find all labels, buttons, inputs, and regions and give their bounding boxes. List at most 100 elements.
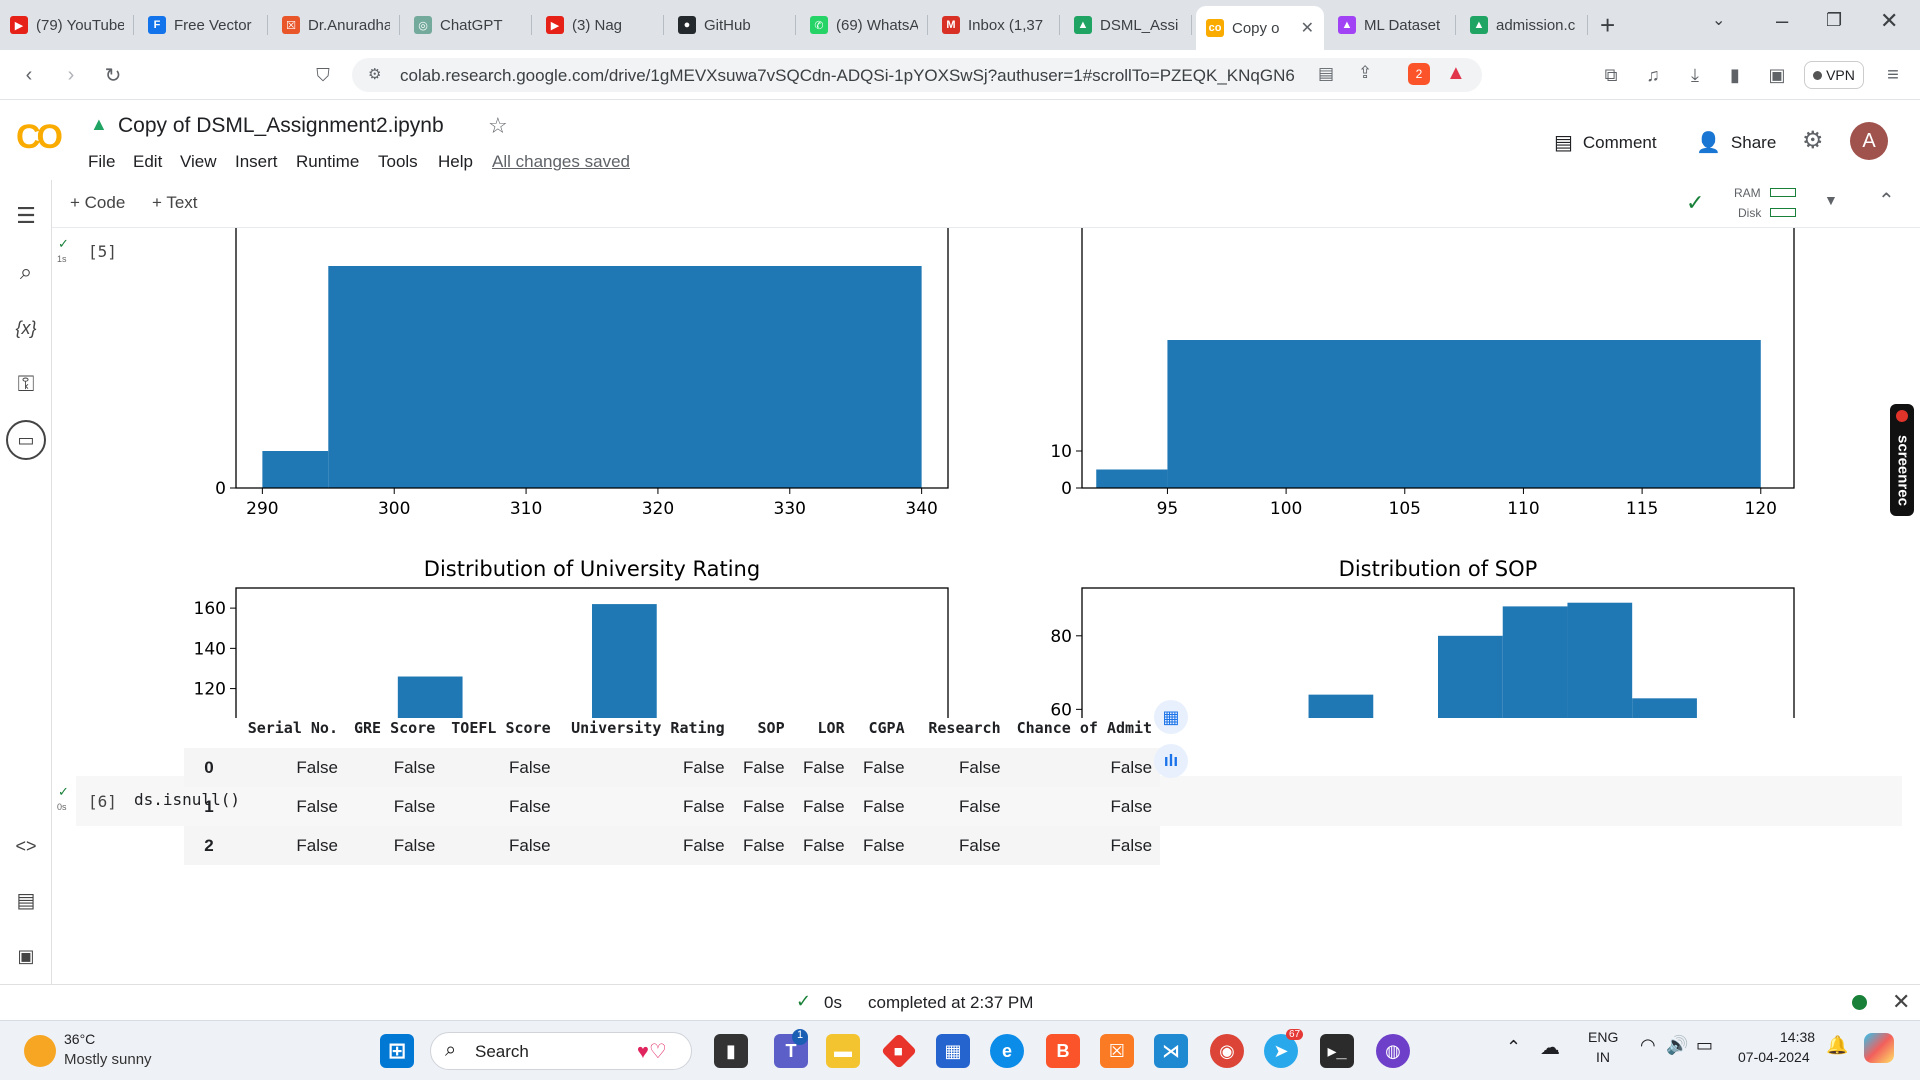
- add-text-button[interactable]: + Text: [152, 193, 198, 213]
- close-status-icon[interactable]: ✕: [1892, 989, 1910, 1015]
- table-cell: False: [1008, 826, 1161, 865]
- reload-icon[interactable]: ↻: [100, 62, 126, 88]
- tab-6[interactable]: ✆ (69) WhatsApp: [800, 6, 928, 44]
- vpn-button[interactable]: VPN: [1804, 61, 1864, 89]
- battery-icon[interactable]: ▭: [1696, 1035, 1713, 1056]
- sidebar-icon[interactable]: ▮: [1722, 62, 1748, 88]
- tab-3[interactable]: ◎ ChatGPT: [404, 6, 532, 44]
- secrets-key-icon[interactable]: ⚿: [12, 370, 40, 398]
- weather-temp[interactable]: 36°C: [64, 1031, 95, 1047]
- clock-date[interactable]: 07-04-2024: [1738, 1049, 1810, 1065]
- lang-top[interactable]: ENG: [1588, 1029, 1618, 1045]
- saved-status[interactable]: All changes saved: [492, 152, 630, 172]
- menu-edit[interactable]: Edit: [133, 152, 162, 172]
- edge-icon[interactable]: e: [990, 1034, 1024, 1068]
- histogram-bar: [1308, 694, 1374, 718]
- notification-bell-icon[interactable]: 🔔: [1826, 1035, 1848, 1056]
- back-icon[interactable]: ‹: [16, 62, 42, 88]
- weather-desc[interactable]: Mostly sunny: [64, 1051, 152, 1068]
- colab-logo[interactable]: CO: [16, 118, 63, 157]
- command-palette-icon[interactable]: ▤: [12, 886, 40, 914]
- copilot-icon[interactable]: [1864, 1033, 1894, 1063]
- tab-9[interactable]: co Copy o ✕: [1196, 6, 1324, 50]
- reader-mode-icon[interactable]: ▤: [1318, 64, 1334, 84]
- notebook-title[interactable]: Copy of DSML_Assignment2.ipynb: [118, 114, 444, 138]
- share-page-icon[interactable]: ⇪: [1358, 63, 1372, 83]
- minimize-button[interactable]: –: [1776, 8, 1788, 34]
- terminal-icon[interactable]: ▣: [12, 942, 40, 970]
- menu-insert[interactable]: Insert: [235, 152, 278, 172]
- extensions-icon[interactable]: ⧉: [1598, 62, 1624, 88]
- table-of-contents-icon[interactable]: ☰: [12, 202, 40, 230]
- comment-button[interactable]: ▤ Comment: [1554, 130, 1657, 155]
- code-snippets-icon[interactable]: <>: [12, 832, 40, 860]
- cell5-run-check-icon[interactable]: ✓: [58, 236, 69, 252]
- wallet-icon[interactable]: ▣: [1764, 62, 1790, 88]
- forward-icon[interactable]: ›: [58, 62, 84, 88]
- menu-view[interactable]: View: [180, 152, 217, 172]
- clock-time[interactable]: 14:38: [1780, 1029, 1815, 1045]
- menu-help[interactable]: Help: [438, 152, 473, 172]
- variables-icon[interactable]: {x}: [12, 314, 40, 342]
- menu-file[interactable]: File: [88, 152, 115, 172]
- browser-menu-icon[interactable]: ≡: [1880, 62, 1906, 88]
- close-tab-icon[interactable]: ✕: [1301, 18, 1314, 38]
- star-icon[interactable]: ☆: [488, 113, 508, 139]
- address-bar[interactable]: ⚙ colab.research.google.com/drive/1gMEVX…: [352, 58, 1482, 92]
- menu-tools[interactable]: Tools: [378, 152, 418, 172]
- vscode-icon[interactable]: ⋊: [1154, 1034, 1188, 1068]
- convert-to-table-icon[interactable]: ▦: [1154, 700, 1188, 734]
- microsoft-store-icon[interactable]: ▦: [936, 1034, 970, 1068]
- suggest-charts-icon[interactable]: ılı: [1154, 744, 1188, 778]
- volume-icon[interactable]: 🔊: [1666, 1035, 1688, 1056]
- tray-overflow-icon[interactable]: ⌃: [1506, 1037, 1521, 1058]
- cell6-run-check-icon[interactable]: ✓: [58, 784, 69, 800]
- disk-meter: [1770, 208, 1796, 217]
- brave-rewards-icon[interactable]: ▲: [1446, 62, 1466, 85]
- media-icon[interactable]: ♫: [1640, 62, 1666, 88]
- weather-icon[interactable]: [24, 1035, 56, 1067]
- wifi-icon[interactable]: ◠: [1640, 1035, 1656, 1056]
- cell5-exec-count[interactable]: [5]: [88, 242, 117, 261]
- share-button[interactable]: 👤 Share: [1696, 130, 1776, 155]
- tab-0[interactable]: ▶ (79) YouTube: [0, 6, 134, 44]
- file-explorer-icon[interactable]: ▬: [826, 1034, 860, 1068]
- collapse-header-icon[interactable]: ⌃: [1878, 188, 1895, 213]
- close-window-button[interactable]: ✕: [1880, 8, 1898, 34]
- add-code-button[interactable]: + Code: [70, 193, 125, 213]
- tab-10[interactable]: ▲ ML Dataset: [1328, 6, 1456, 44]
- files-folder-icon[interactable]: ▭: [6, 420, 46, 460]
- windows-start-icon[interactable]: ⊞: [380, 1034, 414, 1068]
- brave-shields-icon[interactable]: 2: [1408, 63, 1430, 85]
- terminal-icon[interactable]: ▸_: [1320, 1034, 1354, 1068]
- runtime-dropdown-icon[interactable]: ▼: [1824, 192, 1838, 208]
- tab-search-icon[interactable]: ⌄: [1712, 10, 1725, 30]
- app-red-diamond-icon[interactable]: ◆: [880, 1032, 918, 1070]
- tab-1[interactable]: F Free Vector: [138, 6, 268, 44]
- xampp-icon[interactable]: ☒: [1100, 1034, 1134, 1068]
- tab-4[interactable]: ▶ (3) Nag: [536, 6, 664, 44]
- screenrec-widget[interactable]: screenrec: [1890, 404, 1914, 516]
- menu-runtime[interactable]: Runtime: [296, 152, 359, 172]
- task-view-icon[interactable]: ▮: [714, 1034, 748, 1068]
- github-desktop-icon[interactable]: ◍: [1376, 1034, 1410, 1068]
- bookmark-icon[interactable]: ⛉: [310, 62, 336, 88]
- brave-icon[interactable]: B: [1046, 1034, 1080, 1068]
- restore-button[interactable]: ❐: [1826, 10, 1842, 31]
- tab-8[interactable]: ▲ DSML_Assi: [1064, 6, 1192, 44]
- new-tab-button[interactable]: +: [1600, 10, 1615, 41]
- tab-11[interactable]: ▲ admission.c: [1460, 6, 1588, 44]
- search-icon[interactable]: ⌕: [12, 258, 40, 286]
- chrome-icon[interactable]: ◉: [1210, 1034, 1244, 1068]
- lang-bottom[interactable]: IN: [1596, 1049, 1610, 1065]
- taskbar-search[interactable]: ⌕ Search ♥♡: [430, 1032, 692, 1070]
- settings-gear-icon[interactable]: ⚙: [1802, 126, 1824, 155]
- tab-7[interactable]: M Inbox (1,37: [932, 6, 1060, 44]
- site-settings-icon[interactable]: ⚙: [368, 65, 381, 83]
- avatar[interactable]: A: [1850, 122, 1888, 160]
- onedrive-icon[interactable]: ☁: [1540, 1035, 1560, 1060]
- tab-5[interactable]: ● GitHub: [668, 6, 796, 44]
- tab-2[interactable]: ☒ Dr.Anuradha: [272, 6, 400, 44]
- download-icon[interactable]: ⤓: [1682, 62, 1708, 88]
- tab-title: DSML_Assi: [1100, 16, 1179, 34]
